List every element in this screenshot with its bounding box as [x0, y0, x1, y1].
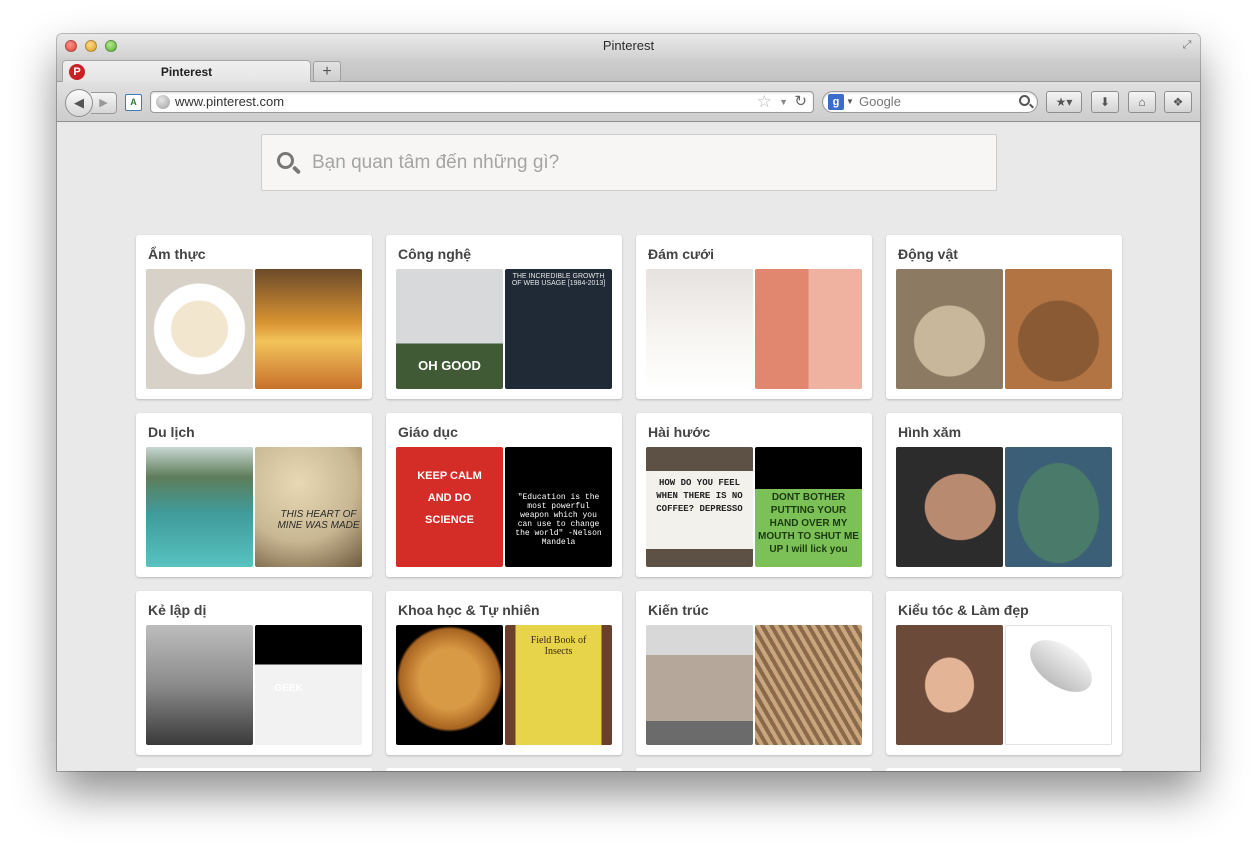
search-icon[interactable] — [1019, 95, 1030, 106]
image-caption: DONT BOTHER PUTTING YOUR HAND OVER MY MO… — [758, 492, 859, 555]
category-image[interactable]: THE INCREDIBLE GROWTH OF WEB USAGE [1984… — [505, 269, 612, 389]
category-card[interactable]: Hình xăm — [886, 413, 1122, 577]
image-caption: "Education is the most powerful weapon w… — [515, 493, 602, 547]
category-image[interactable] — [646, 625, 753, 745]
category-title[interactable]: Du lịch — [148, 421, 195, 443]
pinterest-search-placeholder[interactable]: Bạn quan tâm đến những gì? — [312, 135, 559, 191]
category-image[interactable] — [896, 625, 1003, 745]
pinterest-favicon-icon: P — [69, 64, 85, 80]
category-image[interactable] — [755, 625, 862, 745]
category-card[interactable]: Đám cưới — [636, 235, 872, 399]
traffic-lights — [65, 40, 117, 52]
address-bar[interactable]: www.pinterest.com ☆ ▼ ↻ — [150, 91, 814, 113]
reload-icon[interactable]: ↻ — [794, 92, 807, 112]
category-title[interactable]: Ẩm thực — [148, 243, 206, 265]
translate-icon[interactable]: A — [125, 94, 142, 111]
category-image[interactable] — [1005, 269, 1112, 389]
category-image[interactable] — [646, 269, 753, 389]
category-title[interactable]: Khoa học & Tự nhiên — [398, 599, 540, 621]
bookmarks-button[interactable]: ★▾ — [1046, 91, 1082, 113]
category-card[interactable]: Ẩm thực — [136, 235, 372, 399]
category-image[interactable]: GEEK — [255, 625, 362, 745]
image-caption: OH GOOD — [418, 358, 481, 373]
category-title[interactable]: Giáo dục — [398, 421, 458, 443]
category-card[interactable]: Du lịch THIS HEART OF MINE WAS MADE — [136, 413, 372, 577]
category-image[interactable]: "Education is the most powerful weapon w… — [505, 447, 612, 567]
next-row-card-peek — [886, 768, 1122, 771]
navigation-buttons: ▶ ◀ — [65, 89, 117, 117]
category-title[interactable]: Động vật — [898, 243, 958, 265]
category-image[interactable] — [1005, 625, 1112, 745]
category-title[interactable]: Kiểu tóc & Làm đẹp — [898, 599, 1029, 621]
category-image[interactable] — [755, 269, 862, 389]
category-title[interactable]: Đám cưới — [648, 243, 714, 265]
category-card[interactable]: Kẻ lập dị GEEK — [136, 591, 372, 755]
category-card[interactable]: Công nghệ OH GOOD THE INCREDIBLE GROWTH … — [386, 235, 622, 399]
category-card[interactable]: Động vật — [886, 235, 1122, 399]
fullscreen-icon[interactable]: ⤢ — [1180, 38, 1194, 52]
bookmark-star-icon[interactable]: ☆ — [757, 92, 772, 112]
hairbrush-image — [1020, 629, 1102, 703]
back-button[interactable]: ◀ — [65, 89, 93, 117]
home-button[interactable]: ⌂ — [1128, 91, 1156, 113]
history-dropdown-icon[interactable]: ▼ — [779, 92, 788, 112]
category-title[interactable]: Công nghệ — [398, 243, 471, 265]
next-row-card-peek — [386, 768, 622, 771]
category-image[interactable]: DONT BOTHER PUTTING YOUR HAND OVER MY MO… — [755, 447, 862, 567]
pinterest-search-box[interactable]: Bạn quan tâm đến những gì? — [261, 134, 997, 191]
category-image[interactable] — [1005, 447, 1112, 567]
category-image[interactable] — [896, 269, 1003, 389]
title-bar: Pinterest ⤢ — [57, 34, 1200, 58]
downloads-button[interactable]: ⬇ — [1091, 91, 1119, 113]
browser-toolbar: ▶ ◀ A www.pinterest.com ☆ ▼ ↻ g ▼ Google… — [57, 82, 1200, 122]
zoom-icon[interactable] — [105, 40, 117, 52]
category-image[interactable]: Field Book of Insects — [505, 625, 612, 745]
tab-title: Pinterest — [160, 65, 213, 79]
category-title[interactable]: Hình xăm — [898, 421, 961, 443]
category-image[interactable] — [896, 447, 1003, 567]
page-content: Bạn quan tâm đến những gì? Ẩm thực Công … — [57, 123, 1200, 771]
close-icon[interactable] — [65, 40, 77, 52]
browser-window: Pinterest ⤢ P Pinterest + ▶ ◀ A www.pint… — [57, 34, 1200, 771]
category-title[interactable]: Kiến trúc — [648, 599, 709, 621]
next-row-card-peek — [136, 768, 372, 771]
category-image[interactable]: HOW DO YOU FEEL WHEN THERE IS NO COFFEE?… — [646, 447, 753, 567]
category-image[interactable] — [146, 625, 253, 745]
category-image[interactable] — [396, 625, 503, 745]
image-caption: THIS HEART OF MINE WAS MADE — [277, 509, 360, 531]
image-caption: HOW DO YOU FEEL WHEN THERE IS NO COFFEE?… — [656, 478, 743, 514]
category-card[interactable]: Khoa học & Tự nhiên Field Book of Insect… — [386, 591, 622, 755]
category-title[interactable]: Kẻ lập dị — [148, 599, 206, 621]
image-caption: THE INCREDIBLE GROWTH OF WEB USAGE [1984… — [511, 273, 606, 287]
globe-icon — [156, 95, 170, 109]
forward-button[interactable]: ▶ — [91, 92, 117, 114]
category-image[interactable] — [255, 269, 362, 389]
next-row-card-peek — [636, 768, 872, 771]
google-icon[interactable]: g — [828, 94, 844, 110]
category-image[interactable] — [146, 447, 253, 567]
web-search-placeholder[interactable]: Google — [859, 92, 901, 112]
category-card[interactable]: Kiến trúc — [636, 591, 872, 755]
category-image[interactable]: OH GOOD — [396, 269, 503, 389]
sync-button[interactable]: ❖ — [1164, 91, 1192, 113]
image-caption: Field Book of Insects — [530, 635, 587, 657]
category-image[interactable]: KEEP CALM AND DO SCIENCE — [396, 447, 503, 567]
tab-bar: P Pinterest + — [57, 58, 1200, 83]
category-title[interactable]: Hài hước — [648, 421, 710, 443]
search-icon — [277, 152, 294, 169]
category-card[interactable]: Kiểu tóc & Làm đẹp — [886, 591, 1122, 755]
minimize-icon[interactable] — [85, 40, 97, 52]
category-card[interactable]: Hài hước HOW DO YOU FEEL WHEN THERE IS N… — [636, 413, 872, 577]
url-text[interactable]: www.pinterest.com — [175, 92, 284, 112]
new-tab-button[interactable]: + — [313, 61, 341, 82]
category-card[interactable]: Giáo dục KEEP CALM AND DO SCIENCE "Educa… — [386, 413, 622, 577]
tab-pinterest[interactable]: P Pinterest — [62, 60, 311, 83]
engine-caret-icon[interactable]: ▼ — [846, 92, 854, 112]
window-title: Pinterest — [602, 38, 655, 53]
category-image[interactable] — [146, 269, 253, 389]
image-caption: GEEK — [274, 683, 303, 694]
web-search-field[interactable]: g ▼ Google — [822, 91, 1038, 113]
category-image[interactable]: THIS HEART OF MINE WAS MADE — [255, 447, 362, 567]
image-caption: KEEP CALM AND DO SCIENCE — [417, 470, 482, 526]
